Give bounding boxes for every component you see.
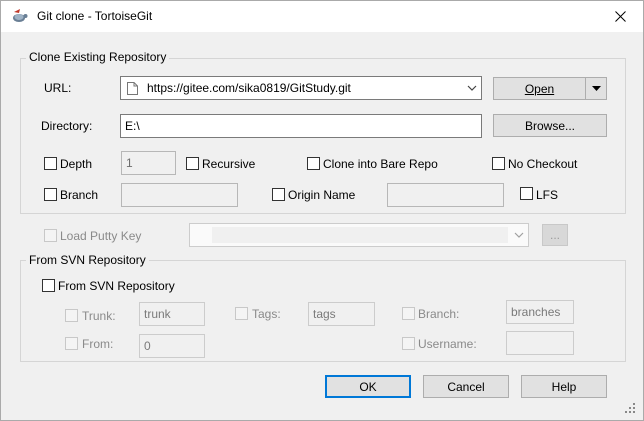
username-checkbox[interactable] (402, 337, 415, 350)
branch-input[interactable] (121, 183, 238, 207)
help-button-label: Help (551, 379, 577, 394)
browse-button-label: Browse... (524, 118, 575, 133)
ok-button-label: OK (359, 379, 377, 394)
depth-label: Depth (60, 157, 93, 171)
branch-checkbox[interactable] (44, 188, 57, 201)
url-label: URL: (44, 81, 72, 95)
chevron-down-icon[interactable] (514, 232, 524, 238)
open-button-label: Open (524, 81, 555, 96)
bare-repo-checkbox[interactable] (307, 157, 320, 170)
lfs-label: LFS (536, 188, 559, 202)
directory-value: E:\ (125, 119, 140, 133)
url-combobox[interactable]: https://gitee.com/sika0819/GitStudy.git (120, 76, 482, 100)
origin-name-input[interactable] (387, 183, 504, 207)
tortoisegit-icon (13, 9, 28, 22)
putty-key-field (212, 227, 508, 243)
help-button[interactable]: Help (521, 375, 607, 398)
svn-branch-checkbox[interactable] (402, 307, 415, 320)
putty-key-browse-button[interactable]: ... (542, 224, 568, 246)
putty-key-combobox[interactable] (189, 223, 529, 247)
from-value: 0 (144, 339, 151, 353)
document-icon (127, 82, 138, 95)
cancel-button[interactable]: Cancel (423, 375, 509, 398)
origin-name-label: Origin Name (288, 188, 356, 202)
load-putty-key-checkbox[interactable] (44, 229, 57, 242)
branch-label: Branch (60, 188, 99, 202)
open-dropdown-button[interactable] (585, 77, 607, 100)
open-button[interactable]: Open (493, 77, 586, 100)
browse-button[interactable]: Browse... (493, 114, 607, 137)
svn-branch-value: branches (511, 305, 561, 319)
directory-label: Directory: (41, 119, 93, 133)
svn-group-legend: From SVN Repository (26, 253, 149, 267)
git-clone-dialog: Git clone - TortoiseGit Clone Existing R… (0, 0, 644, 421)
resize-grip-icon[interactable] (625, 403, 635, 413)
putty-browse-label: ... (549, 228, 560, 242)
trunk-checkbox[interactable] (65, 309, 78, 322)
from-svn-checkbox[interactable] (42, 279, 55, 292)
from-svn-label: From SVN Repository (58, 279, 175, 293)
from-checkbox[interactable] (65, 337, 78, 350)
caret-down-icon (591, 86, 601, 91)
chevron-down-icon[interactable] (467, 85, 477, 91)
trunk-input[interactable]: trunk (139, 302, 205, 326)
title-bar[interactable]: Git clone - TortoiseGit (1, 1, 643, 32)
username-input[interactable] (506, 331, 574, 355)
tags-input[interactable]: tags (308, 302, 375, 326)
tags-checkbox[interactable] (235, 307, 248, 320)
no-checkout-label: No Checkout (508, 157, 578, 171)
tags-label: Tags: (252, 307, 281, 321)
depth-input[interactable]: 1 (121, 151, 176, 175)
username-label: Username: (418, 337, 477, 351)
lfs-checkbox[interactable] (520, 187, 533, 200)
depth-checkbox[interactable] (44, 157, 57, 170)
from-input[interactable]: 0 (139, 334, 205, 358)
dialog-body: Clone Existing Repository URL: https://g… (8, 32, 637, 415)
url-value: https://gitee.com/sika0819/GitStudy.git (147, 81, 351, 95)
from-label: From: (82, 337, 114, 351)
depth-value: 1 (126, 156, 133, 170)
svn-branch-input[interactable]: branches (506, 300, 574, 324)
cancel-button-label: Cancel (447, 379, 485, 394)
origin-name-checkbox[interactable] (272, 188, 285, 201)
no-checkout-checkbox[interactable] (492, 157, 505, 170)
close-button[interactable] (597, 1, 643, 31)
trunk-value: trunk (144, 307, 171, 321)
directory-input[interactable]: E:\ (120, 114, 482, 138)
bare-repo-label: Clone into Bare Repo (323, 157, 438, 171)
recursive-label: Recursive (202, 157, 256, 171)
close-icon (614, 10, 626, 22)
recursive-checkbox[interactable] (186, 157, 199, 170)
window-title: Git clone - TortoiseGit (37, 9, 153, 23)
load-putty-key-label: Load Putty Key (60, 229, 142, 243)
svn-branch-label: Branch: (418, 307, 460, 321)
clone-group-legend: Clone Existing Repository (26, 50, 170, 64)
ok-button[interactable]: OK (325, 375, 411, 398)
tags-value: tags (313, 307, 336, 321)
trunk-label: Trunk: (82, 309, 116, 323)
